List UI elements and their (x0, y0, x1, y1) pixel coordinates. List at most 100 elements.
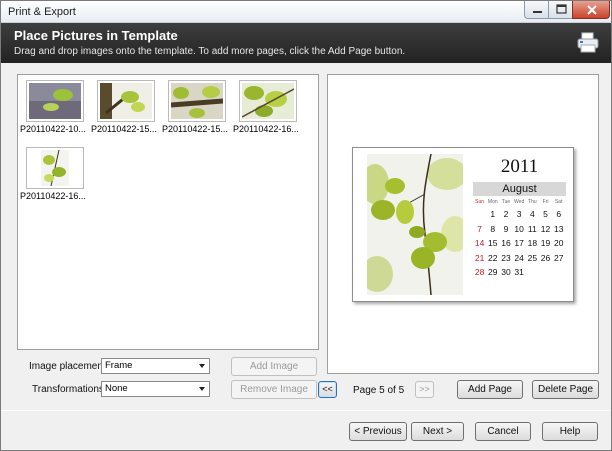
page-header: Place Pictures in Template Drag and drop… (1, 23, 611, 63)
chevron-down-icon (199, 387, 205, 391)
calendar-day: 7 (477, 223, 482, 234)
weekday-label: Sun (475, 199, 485, 205)
calendar-day: 4 (529, 209, 535, 219)
thumbnail-image (241, 83, 295, 119)
calendar-day: 27 (553, 252, 564, 263)
add-image-button[interactable]: Add Image (231, 357, 317, 376)
transformations-value: None (105, 383, 128, 394)
image-thumbnail[interactable]: P20110422-16... (20, 147, 88, 201)
page-indicator: Page 5 of 5 (353, 385, 405, 396)
image-thumbnail[interactable]: P20110422-15... (91, 80, 159, 134)
calendar-day (473, 207, 486, 222)
print-export-window: Print & Export Place Pictures in Templat… (0, 0, 612, 451)
page-title: Place Pictures in Template (14, 28, 178, 43)
thumbnail-image (100, 83, 152, 119)
thumbnail-image (170, 83, 224, 119)
add-page-button[interactable]: Add Page (457, 380, 523, 399)
image-thumbnail[interactable]: P20110422-10... (20, 80, 88, 134)
close-button[interactable] (572, 1, 610, 19)
next-button[interactable]: Next > (411, 422, 464, 441)
delete-page-button[interactable]: Delete Page (532, 380, 599, 399)
calendar-day (539, 265, 552, 280)
calendar-day: 24 (514, 252, 524, 263)
calendar-day: 18 (527, 238, 538, 248)
calendar-day: 23 (501, 252, 511, 263)
calendar-day: 14 (474, 238, 485, 248)
maximize-button[interactable] (548, 1, 573, 19)
page-instructions: Drag and drop images onto the template. … (14, 46, 406, 57)
calendar-day: 1 (490, 209, 496, 219)
thumbnail-caption: P20110422-16... (233, 124, 299, 134)
calendar-day (526, 265, 539, 280)
calendar-week-row: 21 22 23 24 25 26 27 (473, 251, 566, 266)
calendar-day (552, 265, 565, 280)
thumbnail-caption: P20110422-15... (91, 124, 157, 134)
weekday-label: Sat (554, 199, 563, 205)
image-list-panel[interactable]: P20110422-10... P20110422-15... P2011042… (17, 74, 319, 350)
calendar-week-row: 14 15 16 17 18 19 20 (473, 236, 566, 251)
footer-divider (1, 410, 611, 411)
remove-image-button[interactable]: Remove Image (231, 380, 317, 399)
calendar-month: August (473, 182, 566, 196)
minimize-icon (533, 11, 542, 13)
weekday-label: Wed (514, 199, 525, 205)
calendar-grid: Sun Mon Tue Wed Thu Fri Sat 1 2 3 4 5 6 (473, 198, 566, 280)
window-title: Print & Export (8, 6, 76, 18)
chevron-down-icon (199, 364, 205, 368)
calendar-day: 5 (543, 209, 548, 219)
close-icon (587, 5, 597, 15)
minimize-button[interactable] (524, 1, 549, 19)
calendar-day: 21 (474, 252, 485, 263)
calendar-day: 11 (527, 223, 537, 234)
calendar-page-preview[interactable]: 2011 August Sun Mon Tue Wed Thu Fri Sat … (352, 147, 574, 302)
weekday-label: Thu (528, 199, 537, 205)
calendar-day: 17 (514, 238, 524, 248)
calendar-day: 13 (553, 223, 564, 234)
template-preview-panel[interactable]: 2011 August Sun Mon Tue Wed Thu Fri Sat … (327, 74, 599, 374)
calendar-day: 8 (490, 223, 496, 234)
image-thumbnail[interactable]: P20110422-15... (162, 80, 230, 134)
title-bar: Print & Export (1, 1, 611, 23)
calendar-day: 25 (527, 252, 538, 263)
transformations-label: Transformations: (32, 384, 107, 395)
calendar-week-row: 7 8 9 10 11 12 13 (473, 222, 566, 237)
image-thumbnail[interactable]: P20110422-16... (233, 80, 301, 134)
calendar-day: 19 (540, 238, 551, 248)
transformations-select[interactable]: None (101, 381, 210, 397)
weekday-label: Fri (542, 199, 549, 205)
calendar-day: 3 (516, 209, 522, 219)
calendar-day: 2 (503, 209, 509, 219)
printer-icon[interactable] (576, 32, 600, 54)
calendar-day: 28 (474, 267, 485, 277)
calendar-day: 22 (488, 252, 498, 263)
image-placement-select[interactable]: Frame (101, 358, 210, 374)
calendar-day: 10 (514, 223, 524, 234)
maximize-icon (556, 4, 567, 14)
calendar-day: 29 (488, 267, 498, 277)
calendar-day: 16 (501, 238, 511, 248)
previous-button[interactable]: < Previous (349, 422, 407, 441)
calendar-day: 26 (540, 252, 551, 263)
cancel-button[interactable]: Cancel (475, 422, 531, 441)
calendar-day: 9 (503, 223, 509, 234)
calendar-day: 20 (553, 238, 564, 248)
image-placement-label: Image placement: (29, 361, 109, 372)
thumbnail-image (29, 83, 81, 119)
previous-page-button[interactable]: << (318, 381, 337, 398)
calendar-day: 12 (540, 223, 551, 234)
help-button[interactable]: Help (542, 422, 598, 441)
thumbnail-caption: P20110422-15... (162, 124, 228, 134)
calendar-year: 2011 (500, 156, 539, 177)
weekday-label: Tue (501, 199, 511, 205)
calendar-day: 31 (514, 267, 524, 277)
calendar-photo[interactable] (367, 154, 463, 295)
calendar-week-row: 1 2 3 4 5 6 (473, 207, 566, 222)
calendar-day: 15 (488, 238, 498, 248)
next-page-button[interactable]: >> (415, 381, 434, 398)
thumbnail-caption: P20110422-16... (20, 191, 86, 201)
image-placement-value: Frame (105, 360, 133, 371)
thumbnail-caption: P20110422-10... (20, 124, 86, 134)
weekday-header-row: Sun Mon Tue Wed Thu Fri Sat (473, 198, 566, 207)
calendar-day: 30 (501, 267, 511, 277)
thumbnail-image (29, 149, 81, 187)
